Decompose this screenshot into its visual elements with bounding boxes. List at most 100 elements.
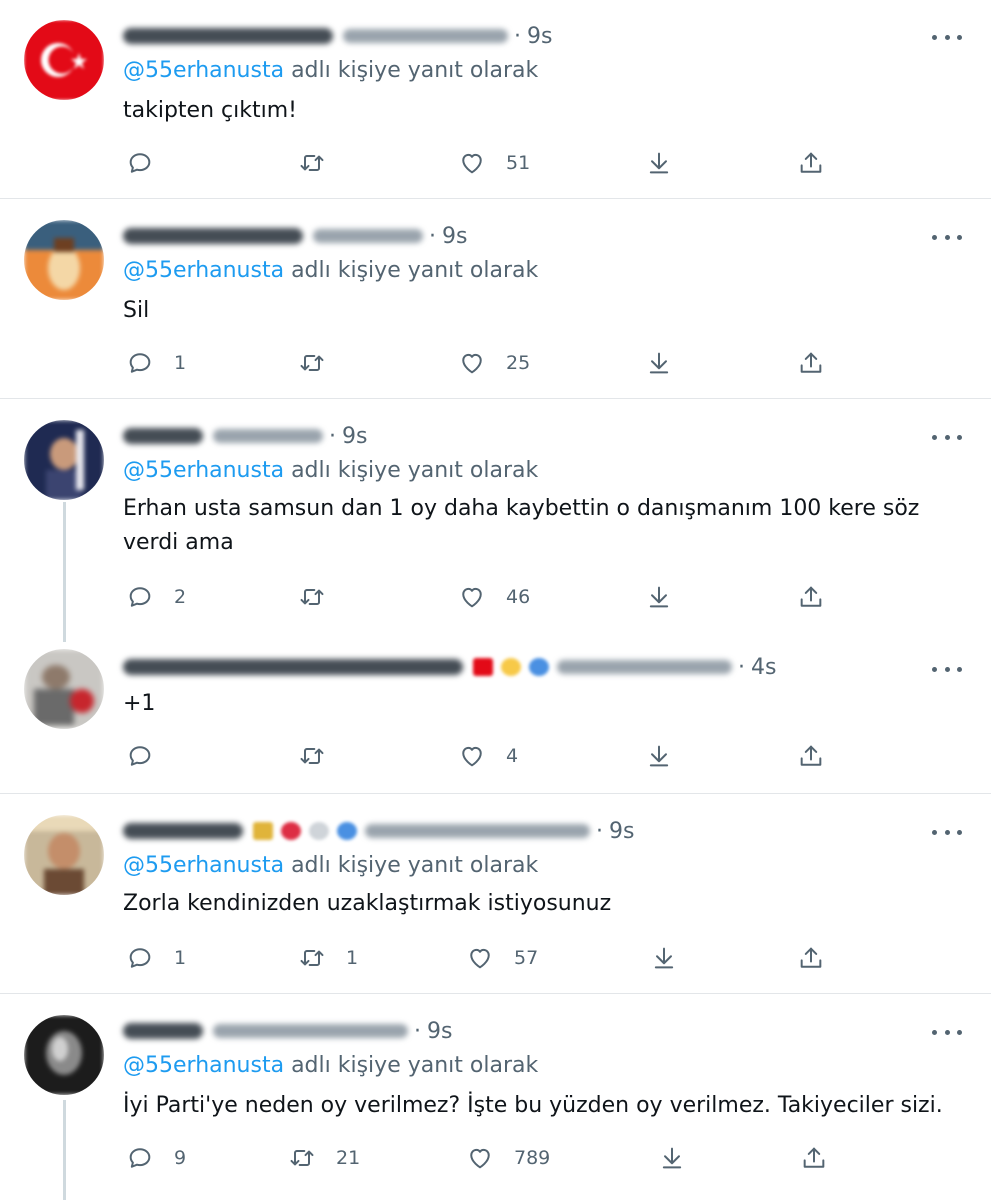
timestamp[interactable]: 9s (442, 224, 467, 249)
bookmark-button[interactable] (645, 741, 673, 771)
tweet[interactable]: · 9s @55erhanusta adlı kişiye yanıt olar… (0, 0, 991, 198)
share-button[interactable] (797, 943, 825, 973)
retweet-icon (300, 155, 324, 171)
retweet-button[interactable] (298, 348, 346, 378)
like-button[interactable]: 46 (458, 582, 530, 612)
username-blurred[interactable] (557, 660, 732, 674)
retweet-button[interactable]: 1 (298, 943, 358, 973)
display-name-blurred[interactable] (123, 428, 203, 444)
tweet-feed: · 9s @55erhanusta adlı kişiye yanıt olar… (0, 0, 991, 1200)
separator-dot: · (738, 654, 745, 680)
separator-dot: · (329, 423, 336, 449)
bookmark-button[interactable] (650, 943, 678, 973)
bookmark-button[interactable] (645, 582, 673, 612)
mention-link[interactable]: @55erhanusta (123, 1053, 284, 1078)
reply-button[interactable]: 9 (126, 1143, 186, 1173)
tweet-actions: 2 46 (0, 582, 991, 612)
like-button[interactable]: 25 (458, 348, 530, 378)
download-arrow-icon (662, 1147, 682, 1169)
more-icon[interactable] (932, 822, 962, 842)
share-button[interactable] (797, 148, 825, 178)
reply-button[interactable]: 2 (126, 582, 186, 612)
reply-button[interactable] (126, 148, 174, 178)
retweet-button[interactable] (298, 148, 346, 178)
tweet-text: İyi Parti'ye neden oy verilmez? İşte bu … (123, 1093, 943, 1118)
reply-button[interactable]: 1 (126, 943, 186, 973)
blue-heart-icon (337, 822, 357, 840)
retweet-button[interactable]: 21 (288, 1143, 360, 1173)
avatar[interactable] (24, 220, 104, 300)
share-icon (800, 152, 822, 173)
timestamp[interactable]: 9s (342, 424, 367, 449)
like-button[interactable]: 789 (466, 1143, 550, 1173)
like-count: 789 (514, 1147, 551, 1169)
like-button[interactable]: 51 (458, 148, 530, 178)
like-button[interactable]: 57 (466, 943, 538, 973)
tweet[interactable]: · 9s @55erhanusta adlı kişiye yanıt olar… (0, 993, 991, 1200)
reply-context: @55erhanusta adlı kişiye yanıt olarak (123, 458, 538, 483)
separator-dot: · (429, 223, 436, 249)
tweet-text: Erhan usta samsun dan 1 oy daha kaybetti… (123, 496, 920, 555)
heart-icon (462, 353, 482, 374)
tweet[interactable]: · 4s +1 4 (0, 635, 991, 793)
retweet-button[interactable] (298, 582, 346, 612)
tweet[interactable]: · 9s @55erhanusta adlı kişiye yanıt olar… (0, 398, 991, 635)
timestamp[interactable]: 9s (609, 819, 634, 844)
share-button[interactable] (797, 741, 825, 771)
share-icon (800, 745, 822, 766)
reply-icon (129, 1148, 151, 1168)
username-blurred[interactable] (213, 1024, 408, 1038)
like-count: 51 (506, 152, 531, 174)
bookmark-button[interactable] (645, 148, 673, 178)
avatar[interactable] (24, 815, 104, 895)
display-name-blurred[interactable] (123, 659, 463, 675)
mention-link[interactable]: @55erhanusta (123, 58, 284, 83)
share-button[interactable] (797, 582, 825, 612)
timestamp[interactable]: 9s (427, 1019, 452, 1044)
reply-context: @55erhanusta adlı kişiye yanıt olarak (123, 1053, 538, 1078)
timestamp[interactable]: 9s (527, 24, 552, 49)
username-blurred[interactable] (313, 229, 423, 243)
download-arrow-icon (649, 586, 669, 608)
reply-button[interactable] (126, 741, 174, 771)
red-heart-icon (281, 822, 301, 840)
turkey-flag-icon (473, 658, 493, 676)
share-button[interactable] (800, 1143, 828, 1173)
avatar[interactable] (24, 1015, 104, 1095)
username-blurred[interactable] (343, 29, 508, 43)
display-name-blurred[interactable] (123, 823, 243, 839)
more-icon[interactable] (932, 659, 962, 679)
separator-dot: · (414, 1018, 421, 1044)
mention-link[interactable]: @55erhanusta (123, 853, 284, 878)
more-icon[interactable] (932, 227, 962, 247)
bookmark-button[interactable] (645, 348, 673, 378)
username-blurred[interactable] (365, 824, 590, 838)
display-name-blurred[interactable] (123, 28, 333, 44)
retweet-button[interactable] (298, 741, 346, 771)
reply-context: @55erhanusta adlı kişiye yanıt olarak (123, 853, 538, 878)
avatar[interactable] (24, 420, 104, 500)
more-icon[interactable] (932, 27, 962, 47)
reply-button[interactable]: 1 (126, 348, 186, 378)
mention-link[interactable]: @55erhanusta (123, 458, 284, 483)
avatar[interactable] (24, 649, 104, 729)
username-blurred[interactable] (213, 429, 323, 443)
heart-icon (470, 1148, 490, 1169)
like-button[interactable]: 4 (458, 741, 518, 771)
tweet[interactable]: · 9s @55erhanusta adlı kişiye yanıt olar… (0, 793, 991, 993)
avatar[interactable] (24, 20, 104, 100)
more-icon[interactable] (932, 1022, 962, 1042)
tweet-header: · 9s (123, 418, 367, 454)
display-name-blurred[interactable] (123, 228, 303, 244)
tweet[interactable]: · 9s @55erhanusta adlı kişiye yanıt olar… (0, 198, 991, 398)
share-button[interactable] (797, 348, 825, 378)
more-icon[interactable] (932, 427, 962, 447)
bookmark-button[interactable] (658, 1143, 686, 1173)
mention-link[interactable]: @55erhanusta (123, 258, 284, 283)
display-name-blurred[interactable] (123, 1023, 203, 1039)
retweet-count: 1 (346, 947, 359, 969)
share-icon (800, 947, 822, 968)
retweet-icon (290, 1150, 314, 1166)
timestamp[interactable]: 4s (751, 655, 776, 680)
retweet-icon (300, 748, 324, 764)
